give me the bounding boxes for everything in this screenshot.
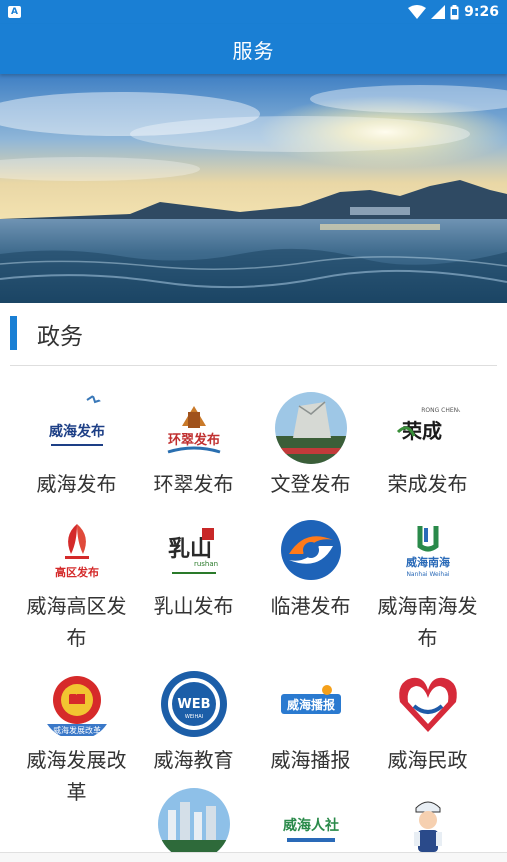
huancui-release-logo-text: 环翠发布 xyxy=(167,432,219,448)
service-item-weihai-development-reform[interactable]: 威海发展改革 威海发展改革 xyxy=(18,668,135,808)
service-item-traffic-police[interactable] xyxy=(369,788,486,862)
section-header: 政务 xyxy=(0,303,507,365)
divider xyxy=(10,365,497,366)
emblem-ribbon-text: 威海发展改革 xyxy=(53,725,101,735)
wendeng-release-logo xyxy=(274,392,347,464)
weihai-logo-en: WEIHAI xyxy=(184,714,202,720)
signal-icon xyxy=(431,5,446,19)
status-bar: A 9:26 xyxy=(0,0,507,24)
weihai-hr-logo: 威海人社 xyxy=(274,788,347,860)
weihai-nanhai-logo: 威海南海 Nanhai Weihai xyxy=(391,514,464,586)
service-label: 文登发布 xyxy=(270,472,351,496)
banner-image[interactable] xyxy=(0,74,507,303)
weihai-release-logo: 威海发布 xyxy=(40,392,113,464)
service-item-wendeng-release[interactable]: 文登发布 xyxy=(252,392,369,500)
service-label: 威海高区发布 xyxy=(26,594,127,650)
weihai-civil-affairs-logo xyxy=(391,668,464,740)
rushan-logo-en: rushan xyxy=(193,560,217,568)
hi-tech-logo-text: 高区发布 xyxy=(55,565,99,579)
battery-icon xyxy=(450,4,459,19)
service-item-rushan-release[interactable]: 乳山 rushan 乳山发布 xyxy=(135,514,252,622)
service-label: 威海教育 xyxy=(153,748,234,772)
hr-logo-text: 威海人社 xyxy=(283,817,339,834)
national-emblem-logo: 威海发展改革 xyxy=(40,668,113,740)
service-item-weihai-education[interactable]: WEB WEIHAI 威海教育 xyxy=(135,668,252,776)
broadcast-logo-text: 威海播报 xyxy=(286,697,334,712)
weihai-hi-tech-zone-logo: 高区发布 xyxy=(40,514,113,586)
service-label: 威海民政 xyxy=(387,748,468,772)
service-label: 荣成发布 xyxy=(387,472,468,496)
service-item-huancui-release[interactable]: 环翠发布 环翠发布 xyxy=(135,392,252,500)
traffic-police-logo xyxy=(391,788,464,860)
huancui-release-logo: 环翠发布 xyxy=(157,392,230,464)
service-label: 环翠发布 xyxy=(153,472,234,496)
rongcheng-logo-en: RONG CHENG xyxy=(421,407,463,414)
service-item-weihai-nanhai[interactable]: 威海南海 Nanhai Weihai 威海南海发布 xyxy=(369,514,486,654)
city-skyline-logo xyxy=(157,788,230,860)
service-label: 威海南海发布 xyxy=(377,594,478,650)
section-title: 政务 xyxy=(37,324,83,350)
service-label: 临港发布 xyxy=(270,594,351,618)
service-item-lingang-release[interactable]: 临港发布 xyxy=(252,514,369,622)
weihai-education-logo: WEB WEIHAI xyxy=(157,668,230,740)
service-item-weihai-hr[interactable]: 威海人社 xyxy=(252,788,369,862)
weihai-release-logo-text: 威海发布 xyxy=(49,423,105,440)
app-header: 服务 xyxy=(0,24,507,74)
section-accent-bar xyxy=(10,316,17,350)
service-item-city[interactable] xyxy=(135,788,252,862)
notification-icon: A xyxy=(8,6,21,18)
rongcheng-logo-cn: 荣成 xyxy=(401,419,442,443)
nanhai-logo-cn: 威海南海 xyxy=(406,555,450,569)
nanhai-logo-en: Nanhai Weihai xyxy=(406,571,449,578)
service-item-weihai-release[interactable]: 威海发布 威海发布 xyxy=(18,392,135,500)
service-label: 乳山发布 xyxy=(153,594,234,618)
service-item-weihai-civil-affairs[interactable]: 威海民政 xyxy=(369,668,486,776)
service-label: 威海发布 xyxy=(36,472,117,496)
rongcheng-release-logo: RONG CHENG 荣成 xyxy=(391,392,464,464)
page-title: 服务 xyxy=(232,38,275,63)
weihai-broadcast-logo: 威海播报 xyxy=(274,668,347,740)
service-item-weihai-hi-tech[interactable]: 高区发布 威海高区发布 xyxy=(18,514,135,654)
service-label: 威海发展改革 xyxy=(26,748,127,804)
bottom-navigation[interactable] xyxy=(0,852,507,862)
service-item-rongcheng-release[interactable]: RONG CHENG 荣成 荣成发布 xyxy=(369,392,486,500)
clock: 9:26 xyxy=(464,4,499,20)
lingang-release-logo xyxy=(274,514,347,586)
rushan-release-logo: 乳山 rushan xyxy=(157,514,230,586)
service-label: 威海播报 xyxy=(270,748,351,772)
web-logo-text: WEB xyxy=(177,697,210,712)
wifi-icon xyxy=(408,5,427,19)
service-item-weihai-broadcast[interactable]: 威海播报 威海播报 xyxy=(252,668,369,776)
